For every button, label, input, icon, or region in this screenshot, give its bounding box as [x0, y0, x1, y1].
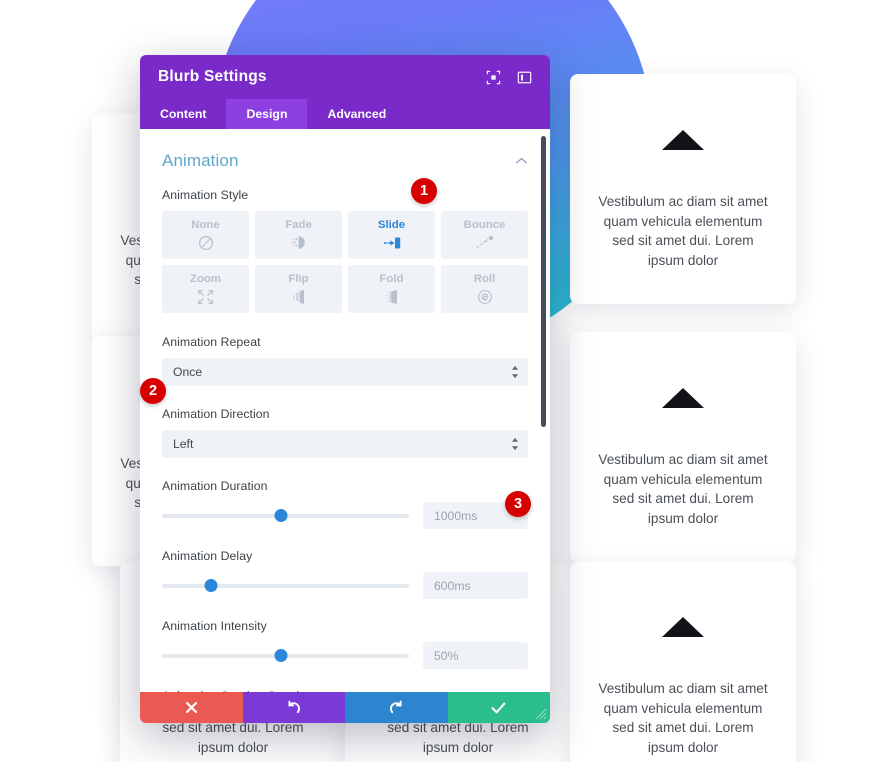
- animation-delay-label: Animation Delay: [162, 549, 253, 563]
- blurb-card-text: Vestibulum ac diam sit amet quam vehicul…: [598, 452, 768, 526]
- cancel-button[interactable]: [140, 692, 243, 723]
- blurb-card[interactable]: Vestibulum ac diam sit amet quam vehicul…: [570, 332, 796, 562]
- redo-arrow-icon: [389, 700, 402, 714]
- animation-duration-row: 1000ms: [162, 502, 528, 529]
- titlebar-icon-group: [486, 70, 532, 85]
- animation-repeat-label: Animation Repeat: [162, 335, 261, 349]
- modal-title: Blurb Settings: [158, 68, 267, 85]
- tab-advanced[interactable]: Advanced: [307, 99, 406, 129]
- animation-repeat-value: Once: [173, 365, 203, 379]
- callout-badge-3: 3: [505, 491, 531, 517]
- no-entry-icon: [198, 234, 214, 251]
- slider-knob[interactable]: [274, 509, 288, 522]
- bounce-icon: [475, 234, 495, 251]
- tab-content[interactable]: Content: [140, 99, 226, 129]
- animation-style-fade[interactable]: Fade: [255, 211, 342, 259]
- check-icon: [491, 702, 506, 713]
- redo-button[interactable]: [345, 692, 448, 723]
- x-icon: [185, 701, 197, 714]
- animation-direction-label: Animation Direction: [162, 407, 270, 421]
- animation-style-zoom[interactable]: Zoom: [162, 265, 249, 313]
- blurb-card[interactable]: Vestibulum ac diam sit amet quam vehicul…: [570, 74, 796, 304]
- animation-delay-value[interactable]: 600ms: [423, 572, 528, 599]
- animation-direction-select[interactable]: Left: [162, 430, 528, 458]
- blurb-card-text: Vestibulum ac diam sit amet quam vehicul…: [598, 194, 768, 268]
- modal-titlebar: Blurb Settings: [140, 55, 550, 99]
- slider-track: [162, 583, 409, 588]
- option-label: Roll: [473, 273, 496, 285]
- animation-style-bounce[interactable]: Bounce: [441, 211, 528, 259]
- triangle-up-icon: [662, 130, 704, 150]
- animation-intensity-label: Animation Intensity: [162, 619, 267, 633]
- animation-intensity-slider[interactable]: [162, 648, 409, 664]
- animation-direction-value: Left: [173, 437, 194, 451]
- select-arrows-icon: [512, 437, 518, 451]
- modal-tabs: Content Design Advanced: [140, 99, 550, 129]
- slider-knob[interactable]: [274, 649, 288, 662]
- slide-icon: [381, 234, 403, 251]
- animation-duration-label: Animation Duration: [162, 479, 268, 493]
- resize-grip-icon[interactable]: [535, 708, 547, 720]
- section-title: Animation: [162, 151, 239, 170]
- focus-target-icon[interactable]: [486, 70, 501, 85]
- undo-arrow-icon: [288, 700, 301, 714]
- modal-scrollbar[interactable]: [541, 136, 546, 427]
- fold-icon: [384, 288, 400, 305]
- chevron-up-icon[interactable]: [515, 157, 528, 165]
- option-label: Zoom: [189, 273, 221, 285]
- tab-design[interactable]: Design: [226, 99, 308, 129]
- blurb-card[interactable]: Vestibulum ac diam sit amet quam vehicul…: [570, 562, 796, 762]
- roll-spiral-icon: [477, 288, 493, 305]
- modal-body: Animation Animation Style None Fade Slid…: [140, 129, 550, 692]
- animation-style-fold[interactable]: Fold: [348, 265, 435, 313]
- layout-panel-icon[interactable]: [517, 70, 532, 85]
- callout-badge-1: 1: [411, 178, 437, 204]
- animation-repeat-select[interactable]: Once: [162, 358, 528, 386]
- animation-intensity-row: 50%: [162, 642, 528, 669]
- animation-duration-slider[interactable]: [162, 508, 409, 524]
- option-label: Flip: [288, 273, 309, 285]
- animation-section-header[interactable]: Animation: [162, 129, 528, 188]
- animation-style-none[interactable]: None: [162, 211, 249, 259]
- animation-delay-slider[interactable]: [162, 578, 409, 594]
- option-label: Slide: [377, 219, 406, 231]
- option-label: None: [191, 219, 220, 231]
- animation-delay-row: 600ms: [162, 572, 528, 599]
- animation-intensity-value[interactable]: 50%: [423, 642, 528, 669]
- slider-knob[interactable]: [204, 579, 218, 592]
- animation-style-label: Animation Style: [162, 188, 249, 202]
- blurb-card-text: Vestibulum ac diam sit amet quam vehicul…: [598, 681, 768, 755]
- animation-style-grid: None Fade Slide Bounce Zoom Flip Fold Ro…: [162, 211, 528, 313]
- option-label: Fold: [379, 273, 404, 285]
- screenshot-stage: Vestibulum ac diam sit amet quam vehicul…: [0, 0, 880, 762]
- modal-footer: [140, 692, 550, 723]
- zoom-arrows-icon: [197, 288, 214, 305]
- animation-style-flip[interactable]: Flip: [255, 265, 342, 313]
- triangle-up-icon: [662, 617, 704, 637]
- fade-icon: [290, 234, 307, 251]
- blurb-settings-modal: Blurb Settings Content Design Advanced A…: [140, 55, 550, 723]
- animation-style-roll[interactable]: Roll: [441, 265, 528, 313]
- animation-style-slide[interactable]: Slide: [348, 211, 435, 259]
- callout-badge-2: 2: [140, 378, 166, 404]
- select-arrows-icon: [512, 365, 518, 379]
- undo-button[interactable]: [242, 692, 345, 723]
- flip-icon: [290, 288, 308, 305]
- triangle-up-icon: [662, 388, 704, 408]
- option-label: Bounce: [463, 219, 506, 231]
- option-label: Fade: [285, 219, 312, 231]
